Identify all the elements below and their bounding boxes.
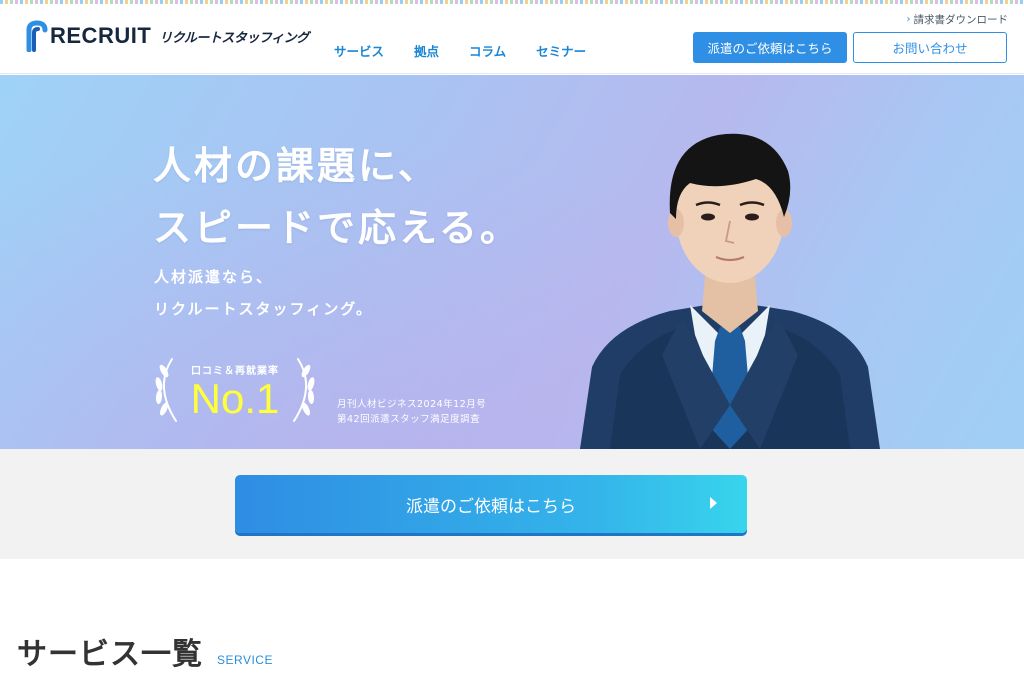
invoice-download-label: 請求書ダウンロード xyxy=(913,14,1009,26)
award-source-line-1: 月刊人材ビジネス2024年12月号 xyxy=(337,399,487,410)
hero-subtitle: 人材派遣なら、 リクルートスタッフィング。 xyxy=(154,261,373,325)
hero-title-line-2: スピードで応える。 xyxy=(153,206,521,250)
header-request-button[interactable]: 派遣のご依頼はこちら xyxy=(693,32,847,63)
service-title-en: SERVICE xyxy=(217,653,273,667)
global-nav: サービス 拠点 コラム セミナー xyxy=(334,41,616,60)
award-value: No.1 xyxy=(190,375,280,422)
main-request-button[interactable]: 派遣のご依頼はこちら xyxy=(235,475,747,533)
site-header: RECRUIT リクルートスタッフィング サービス 拠点 コラム セミナー › … xyxy=(0,4,1024,74)
service-section-heading: サービス一覧 SERVICE xyxy=(17,629,273,673)
nav-item-seminar[interactable]: セミナー xyxy=(536,41,586,60)
hero-subtitle-line-2: リクルートスタッフィング。 xyxy=(154,300,374,318)
hero-title: 人材の課題に、 スピードで応える。 xyxy=(153,135,521,259)
award-badge: 口コミ＆再就業率 No.1 xyxy=(150,351,320,431)
nav-item-column[interactable]: コラム xyxy=(469,41,506,60)
chevron-right-icon: › xyxy=(906,14,911,25)
invoice-download-link[interactable]: › 請求書ダウンロード xyxy=(907,12,1009,27)
hero-subtitle-line-1: 人材派遣なら、 xyxy=(154,268,274,286)
arrow-right-icon xyxy=(710,497,717,509)
recruit-logo[interactable]: RECRUIT リクルートスタッフィング xyxy=(26,20,309,52)
service-title: サービス一覧 xyxy=(17,637,203,672)
hero-section: 人材の課題に、 スピードで応える。 人材派遣なら、 リクルートスタッフィング。 … xyxy=(0,75,1024,449)
nav-item-locations[interactable]: 拠点 xyxy=(414,41,439,60)
cta-band: 派遣のご依頼はこちら xyxy=(0,449,1024,559)
header-contact-button[interactable]: お問い合わせ xyxy=(853,32,1007,63)
logo-company-name: リクルートスタッフィング xyxy=(159,30,309,46)
logo-mark-icon xyxy=(26,20,48,52)
businessman-photo xyxy=(580,133,880,449)
logo-wordmark: RECRUIT xyxy=(50,23,152,48)
award-source-note: 月刊人材ビジネス2024年12月号 第42回派遣スタッフ満足度調査 xyxy=(337,397,486,427)
nav-item-service[interactable]: サービス xyxy=(334,41,384,60)
hero-title-line-1: 人材の課題に、 xyxy=(153,144,439,188)
main-request-label: 派遣のご依頼はこちら xyxy=(406,496,576,517)
award-source-line-2: 第42回派遣スタッフ満足度調査 xyxy=(337,414,481,425)
